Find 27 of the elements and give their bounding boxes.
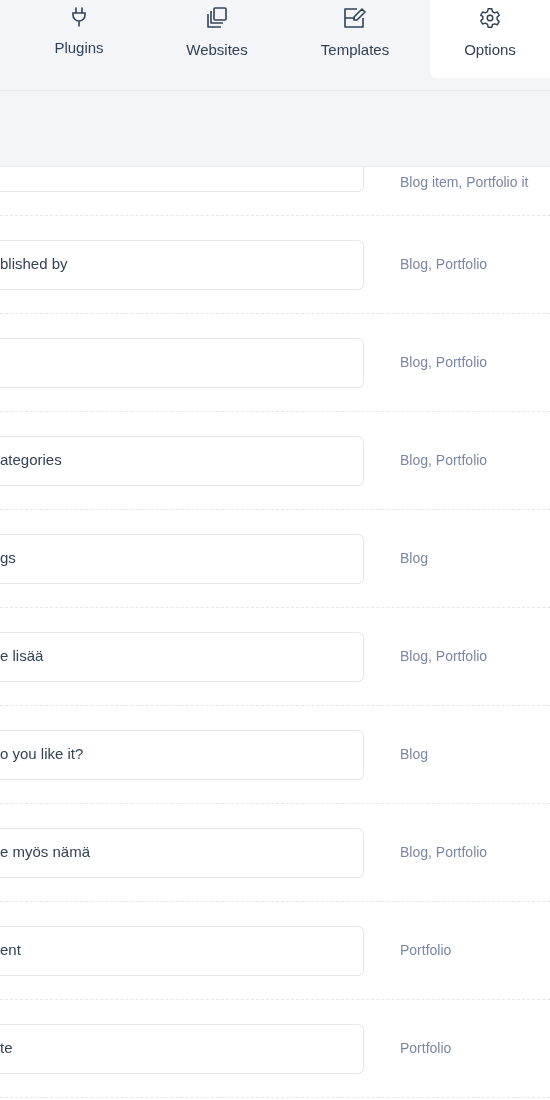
text-field[interactable]: e myös nämä [0, 827, 364, 878]
text-field[interactable]: ategories [0, 435, 364, 486]
text-field[interactable] [0, 337, 364, 388]
text-field[interactable]: blished by [0, 239, 364, 290]
text-field[interactable]: o you like it? [0, 729, 364, 780]
nav-tab[interactable]: Options [430, 0, 550, 78]
nav-tab[interactable]: Plugins [10, 0, 148, 78]
usage-label: Blog, Portfolio [400, 843, 488, 862]
plug-icon [71, 7, 87, 27]
edit-icon [343, 7, 367, 29]
usage-label: Blog, Portfolio [400, 353, 488, 372]
usage-label: Portfolio [400, 1039, 452, 1058]
text-field[interactable]: te [0, 1023, 364, 1074]
usage-label: Blog, Portfolio [400, 647, 488, 666]
usage-label: Blog, Portfolio [400, 451, 488, 470]
settings-icon [479, 7, 501, 29]
text-field[interactable]: e lisää [0, 631, 364, 682]
nav-tab[interactable]: Websites [148, 0, 286, 78]
copy-icon [206, 7, 228, 29]
usage-label: Portfolio [400, 941, 452, 960]
usage-label: Blog item, Portfolio it [400, 173, 529, 192]
nav-tab[interactable]: Templates [286, 0, 424, 78]
usage-label: Blog, Portfolio [400, 255, 488, 274]
text-field[interactable]: gs [0, 533, 364, 584]
text-field[interactable]: ent [0, 925, 364, 976]
usage-label: Blog [400, 549, 429, 568]
usage-label: Blog [400, 745, 429, 764]
